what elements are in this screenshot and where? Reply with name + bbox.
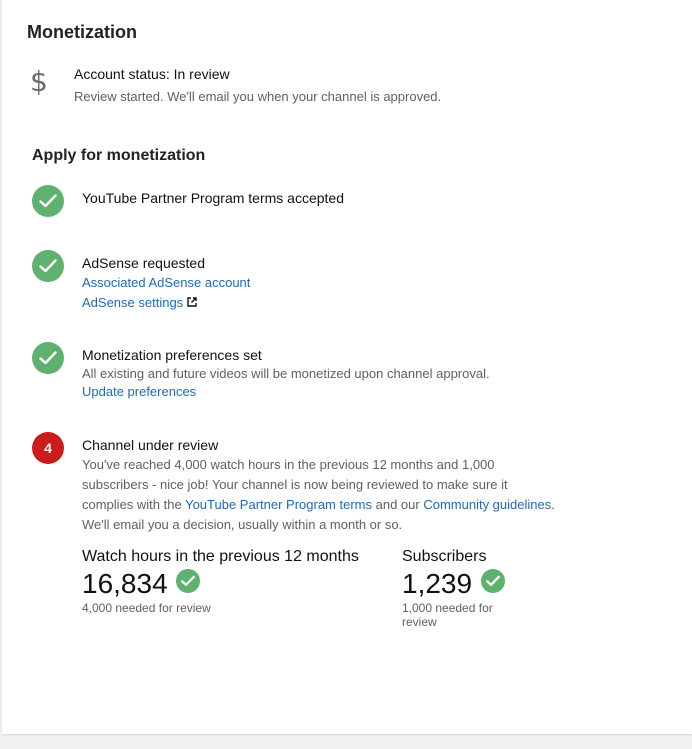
account-status-subtitle: Review started. We'll email you when you… xyxy=(74,89,442,104)
watch-hours-note: 4,000 needed for review xyxy=(82,601,211,615)
check-circle-icon xyxy=(480,569,505,593)
subscribers-label: Subscribers xyxy=(402,548,487,565)
adsense-settings-link[interactable]: AdSense settings xyxy=(82,293,572,313)
step-description-line: complies with the YouTube Partner Progra… xyxy=(82,495,572,515)
ypp-terms-link[interactable]: YouTube Partner Program terms xyxy=(185,497,372,512)
step-description-line: We'll email you a decision, usually with… xyxy=(82,517,403,532)
check-circle-icon xyxy=(32,342,64,374)
step-description: All existing and future videos will be m… xyxy=(82,366,490,381)
description-text: . xyxy=(551,497,555,512)
dollar-icon: $ xyxy=(30,65,48,98)
account-status-title: Account status: In review xyxy=(74,66,230,82)
description-text: and our xyxy=(372,497,424,512)
check-circle-icon xyxy=(32,250,64,282)
step-title: YouTube Partner Program terms accepted xyxy=(82,190,344,206)
update-preferences-link[interactable]: Update preferences xyxy=(82,382,572,402)
watch-hours-value: 16,834 xyxy=(82,568,168,599)
subscribers-note: 1,000 needed for review xyxy=(402,601,493,629)
community-guidelines-link[interactable]: Community guidelines xyxy=(423,497,551,512)
step-title: Channel under review xyxy=(82,437,219,453)
watch-hours-label: Watch hours in the previous 12 months xyxy=(82,548,359,565)
adsense-settings-label: AdSense settings xyxy=(82,295,184,310)
subscribers-value: 1,239 xyxy=(402,568,473,599)
associated-adsense-account-link[interactable]: Associated AdSense account xyxy=(82,273,572,293)
monetization-card: Monetization $ Account status: In review… xyxy=(2,0,692,734)
description-text: complies with the xyxy=(82,497,186,512)
step-title: Monetization preferences set xyxy=(82,347,262,363)
apply-section-title: Apply for monetization xyxy=(32,147,206,164)
external-link-icon xyxy=(187,293,197,313)
step-number-badge: 4 xyxy=(32,432,64,464)
check-circle-icon xyxy=(176,569,201,593)
step-description-line: subscribers - nice job! Your channel is … xyxy=(82,477,508,492)
step-title: AdSense requested xyxy=(82,255,205,271)
watch-hours-stat: Watch hours in the previous 12 months 16… xyxy=(82,548,359,615)
step-description-line: You've reached 4,000 watch hours in the … xyxy=(82,457,495,472)
page-title: Monetization xyxy=(27,22,137,42)
check-circle-icon xyxy=(32,185,64,217)
subscribers-stat: Subscribers 1,239 1,000 needed for revie… xyxy=(402,548,505,629)
